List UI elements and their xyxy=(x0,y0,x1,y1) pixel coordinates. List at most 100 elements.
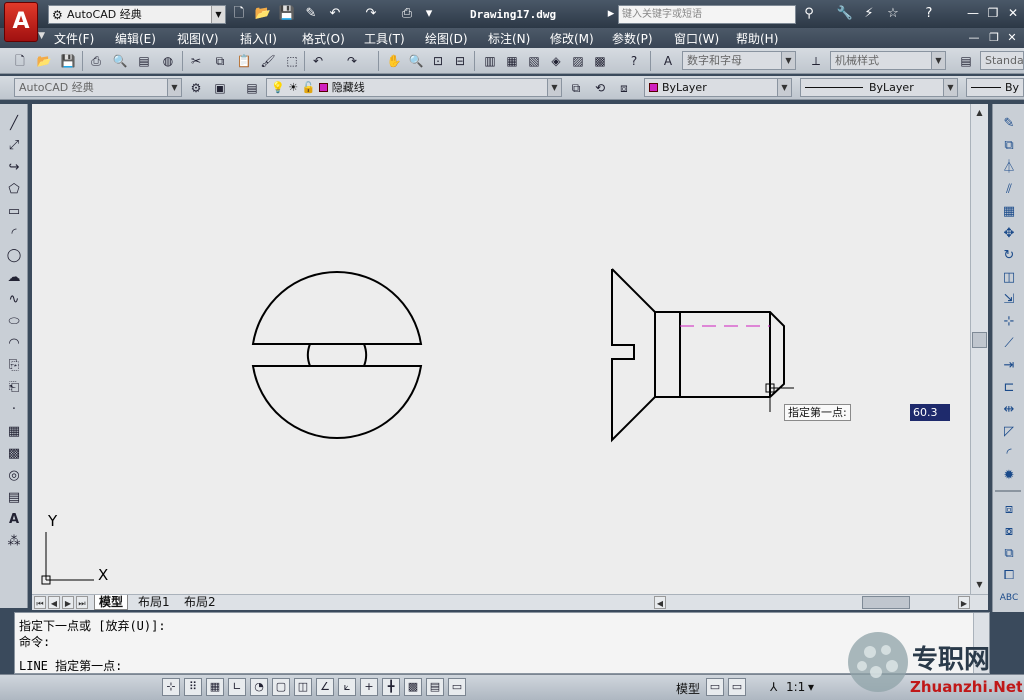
3d-dwf-icon[interactable]: ◍ xyxy=(158,51,178,71)
design-center-icon[interactable]: ▦ xyxy=(502,51,522,71)
dim-style-dropdown[interactable]: 机械样式 ▼ xyxy=(830,51,946,70)
ortho-mode-icon[interactable]: ∟ xyxy=(228,678,246,696)
erase-icon[interactable]: ✎ xyxy=(999,114,1019,134)
dynamic-input-icon[interactable]: + xyxy=(360,678,378,696)
3d-osnap-icon[interactable]: ◫ xyxy=(294,678,312,696)
menu-window[interactable]: 窗口(W) xyxy=(674,30,719,47)
help-icon[interactable]: ? xyxy=(920,5,938,23)
scroll-thumb[interactable] xyxy=(972,332,987,348)
join-icon[interactable]: ⇹ xyxy=(999,400,1019,420)
linetype-dropdown[interactable]: ByLayer ▼ xyxy=(800,78,958,97)
add-selected-icon[interactable]: ⁂ xyxy=(4,532,24,552)
undo-icon[interactable]: ↶ xyxy=(308,51,328,71)
quick-view-layouts-icon[interactable]: ▭ xyxy=(706,678,724,696)
menu-file[interactable]: 文件(F) xyxy=(54,30,94,47)
pan-icon[interactable]: ✋ xyxy=(384,51,404,71)
layer-dropdown[interactable]: 💡 ☀ 🔓 隐藏线 ▼ xyxy=(266,78,562,97)
scroll-up-icon[interactable]: ▲ xyxy=(972,106,987,120)
text-front-icon[interactable]: ABC xyxy=(999,588,1019,608)
array-icon[interactable]: ▦ xyxy=(999,202,1019,222)
application-menu-button[interactable]: A ▼ xyxy=(4,2,45,42)
multiline-text-icon[interactable]: A xyxy=(4,510,24,530)
tab-model[interactable]: 模型 xyxy=(94,595,129,610)
make-block-icon[interactable]: ⎗ xyxy=(4,378,24,398)
text-style-icon[interactable]: A xyxy=(658,51,678,71)
command-input-line[interactable]: LINE 指定第一点: xyxy=(19,657,122,674)
slot-arc-right[interactable] xyxy=(363,343,368,367)
region-icon[interactable]: ◎ xyxy=(4,466,24,486)
rectangle-icon[interactable]: ▭ xyxy=(4,202,24,222)
clean-screen-icon[interactable]: ▣ xyxy=(210,78,230,98)
menu-dimension[interactable]: 标注(N) xyxy=(488,30,530,47)
communication-center-icon[interactable]: ⚡ xyxy=(860,5,878,23)
plot-icon[interactable]: ⎙ xyxy=(86,51,106,71)
vertical-scrollbar[interactable]: ▲ ▼ xyxy=(970,104,988,594)
properties-icon[interactable]: ▥ xyxy=(480,51,500,71)
dim-style-icon[interactable]: ⟂ xyxy=(806,51,826,71)
save-icon[interactable]: 💾 xyxy=(278,5,296,23)
model-space-label[interactable]: 模型 xyxy=(676,680,700,697)
workspace-settings-icon[interactable]: ⚙ xyxy=(186,78,206,98)
match-properties-icon[interactable]: 🖌 xyxy=(258,51,278,71)
otrack-icon[interactable]: ∠ xyxy=(316,678,334,696)
send-under-icon[interactable]: ⧠ xyxy=(999,566,1019,586)
annotation-scale-value[interactable]: 1:1 xyxy=(786,680,805,694)
snap-mode-icon[interactable]: ⠿ xyxy=(184,678,202,696)
draw-order-front-icon[interactable]: ⧈ xyxy=(999,500,1019,520)
dynamic-input-value[interactable]: 60.3 xyxy=(910,404,950,421)
mirror-icon[interactable]: ⏃ xyxy=(999,158,1019,178)
next-tab-icon[interactable]: ▶ xyxy=(62,596,74,609)
screw-head-upper-half[interactable] xyxy=(251,271,423,345)
save-icon[interactable]: 💾 xyxy=(58,51,78,71)
selection-cycling-icon[interactable]: ▭ xyxy=(448,678,466,696)
print-icon[interactable]: ⎙ xyxy=(398,5,416,23)
transparency-icon[interactable]: ▩ xyxy=(404,678,422,696)
table-style-icon[interactable]: ▤ xyxy=(956,51,976,71)
menu-edit[interactable]: 编辑(E) xyxy=(115,30,156,47)
insert-block-icon[interactable]: ⎘ xyxy=(4,356,24,376)
qnew-icon[interactable]: 🗋 xyxy=(10,51,30,71)
close-button[interactable]: ✕ xyxy=(1004,4,1022,22)
scroll-right-icon[interactable]: ▶ xyxy=(958,596,970,609)
new-file-icon[interactable]: 🗋 xyxy=(230,5,248,23)
table-icon[interactable]: ▤ xyxy=(4,488,24,508)
ellipse-icon[interactable]: ⬭ xyxy=(4,312,24,332)
open-folder-icon[interactable]: 📂 xyxy=(254,5,272,23)
tab-layout1[interactable]: 布局1 xyxy=(134,595,174,610)
tab-layout2[interactable]: 布局2 xyxy=(180,595,220,610)
subscription-center-icon[interactable]: 🔧 xyxy=(836,5,854,23)
drawing-canvas[interactable]: Y X xyxy=(32,104,970,594)
menu-format[interactable]: 格式(O) xyxy=(302,30,345,47)
doc-restore-button[interactable]: ❐ xyxy=(986,30,1002,46)
scale-icon[interactable]: ◫ xyxy=(999,268,1019,288)
polyline-icon[interactable]: ↪ xyxy=(4,158,24,178)
bring-above-icon[interactable]: ⧉ xyxy=(999,544,1019,564)
workspace-dropdown[interactable]: ⚙ AutoCAD 经典 ▼ xyxy=(48,5,226,24)
chevron-down-icon[interactable]: ▾ xyxy=(808,680,814,694)
publish-icon[interactable]: ▤ xyxy=(134,51,154,71)
revision-cloud-icon[interactable]: ☁ xyxy=(4,268,24,288)
menu-modify[interactable]: 修改(M) xyxy=(550,30,594,47)
menu-draw[interactable]: 绘图(D) xyxy=(425,30,468,47)
zoom-realtime-icon[interactable]: 🔍 xyxy=(406,51,426,71)
break-at-point-icon[interactable]: ⇥ xyxy=(999,356,1019,376)
extend-icon[interactable]: ⟋ xyxy=(999,334,1019,354)
block-editor-icon[interactable]: ⬚ xyxy=(282,51,302,71)
break-icon[interactable]: ⊏ xyxy=(999,378,1019,398)
slot-arc-left[interactable] xyxy=(306,343,311,367)
lineweight-dropdown[interactable]: By xyxy=(966,78,1024,97)
menu-parametric[interactable]: 参数(P) xyxy=(612,30,653,47)
undo-icon[interactable]: ↶ xyxy=(326,5,344,23)
gradient-icon[interactable]: ▩ xyxy=(4,444,24,464)
markup-icon[interactable]: ▨ xyxy=(568,51,588,71)
minimize-button[interactable]: — xyxy=(964,4,982,22)
doc-minimize-button[interactable]: — xyxy=(966,30,982,46)
screw-head-lower-half[interactable] xyxy=(251,365,423,439)
scroll-left-icon[interactable]: ◀ xyxy=(654,596,666,609)
restore-button[interactable]: ❐ xyxy=(984,4,1002,22)
fillet-icon[interactable]: ◜ xyxy=(999,444,1019,464)
chamfer-icon[interactable]: ◸ xyxy=(999,422,1019,442)
circle-icon[interactable]: ◯ xyxy=(4,246,24,266)
layer-state-icon[interactable]: ⧈ xyxy=(614,78,634,98)
zoom-window-icon[interactable]: ⊡ xyxy=(428,51,448,71)
